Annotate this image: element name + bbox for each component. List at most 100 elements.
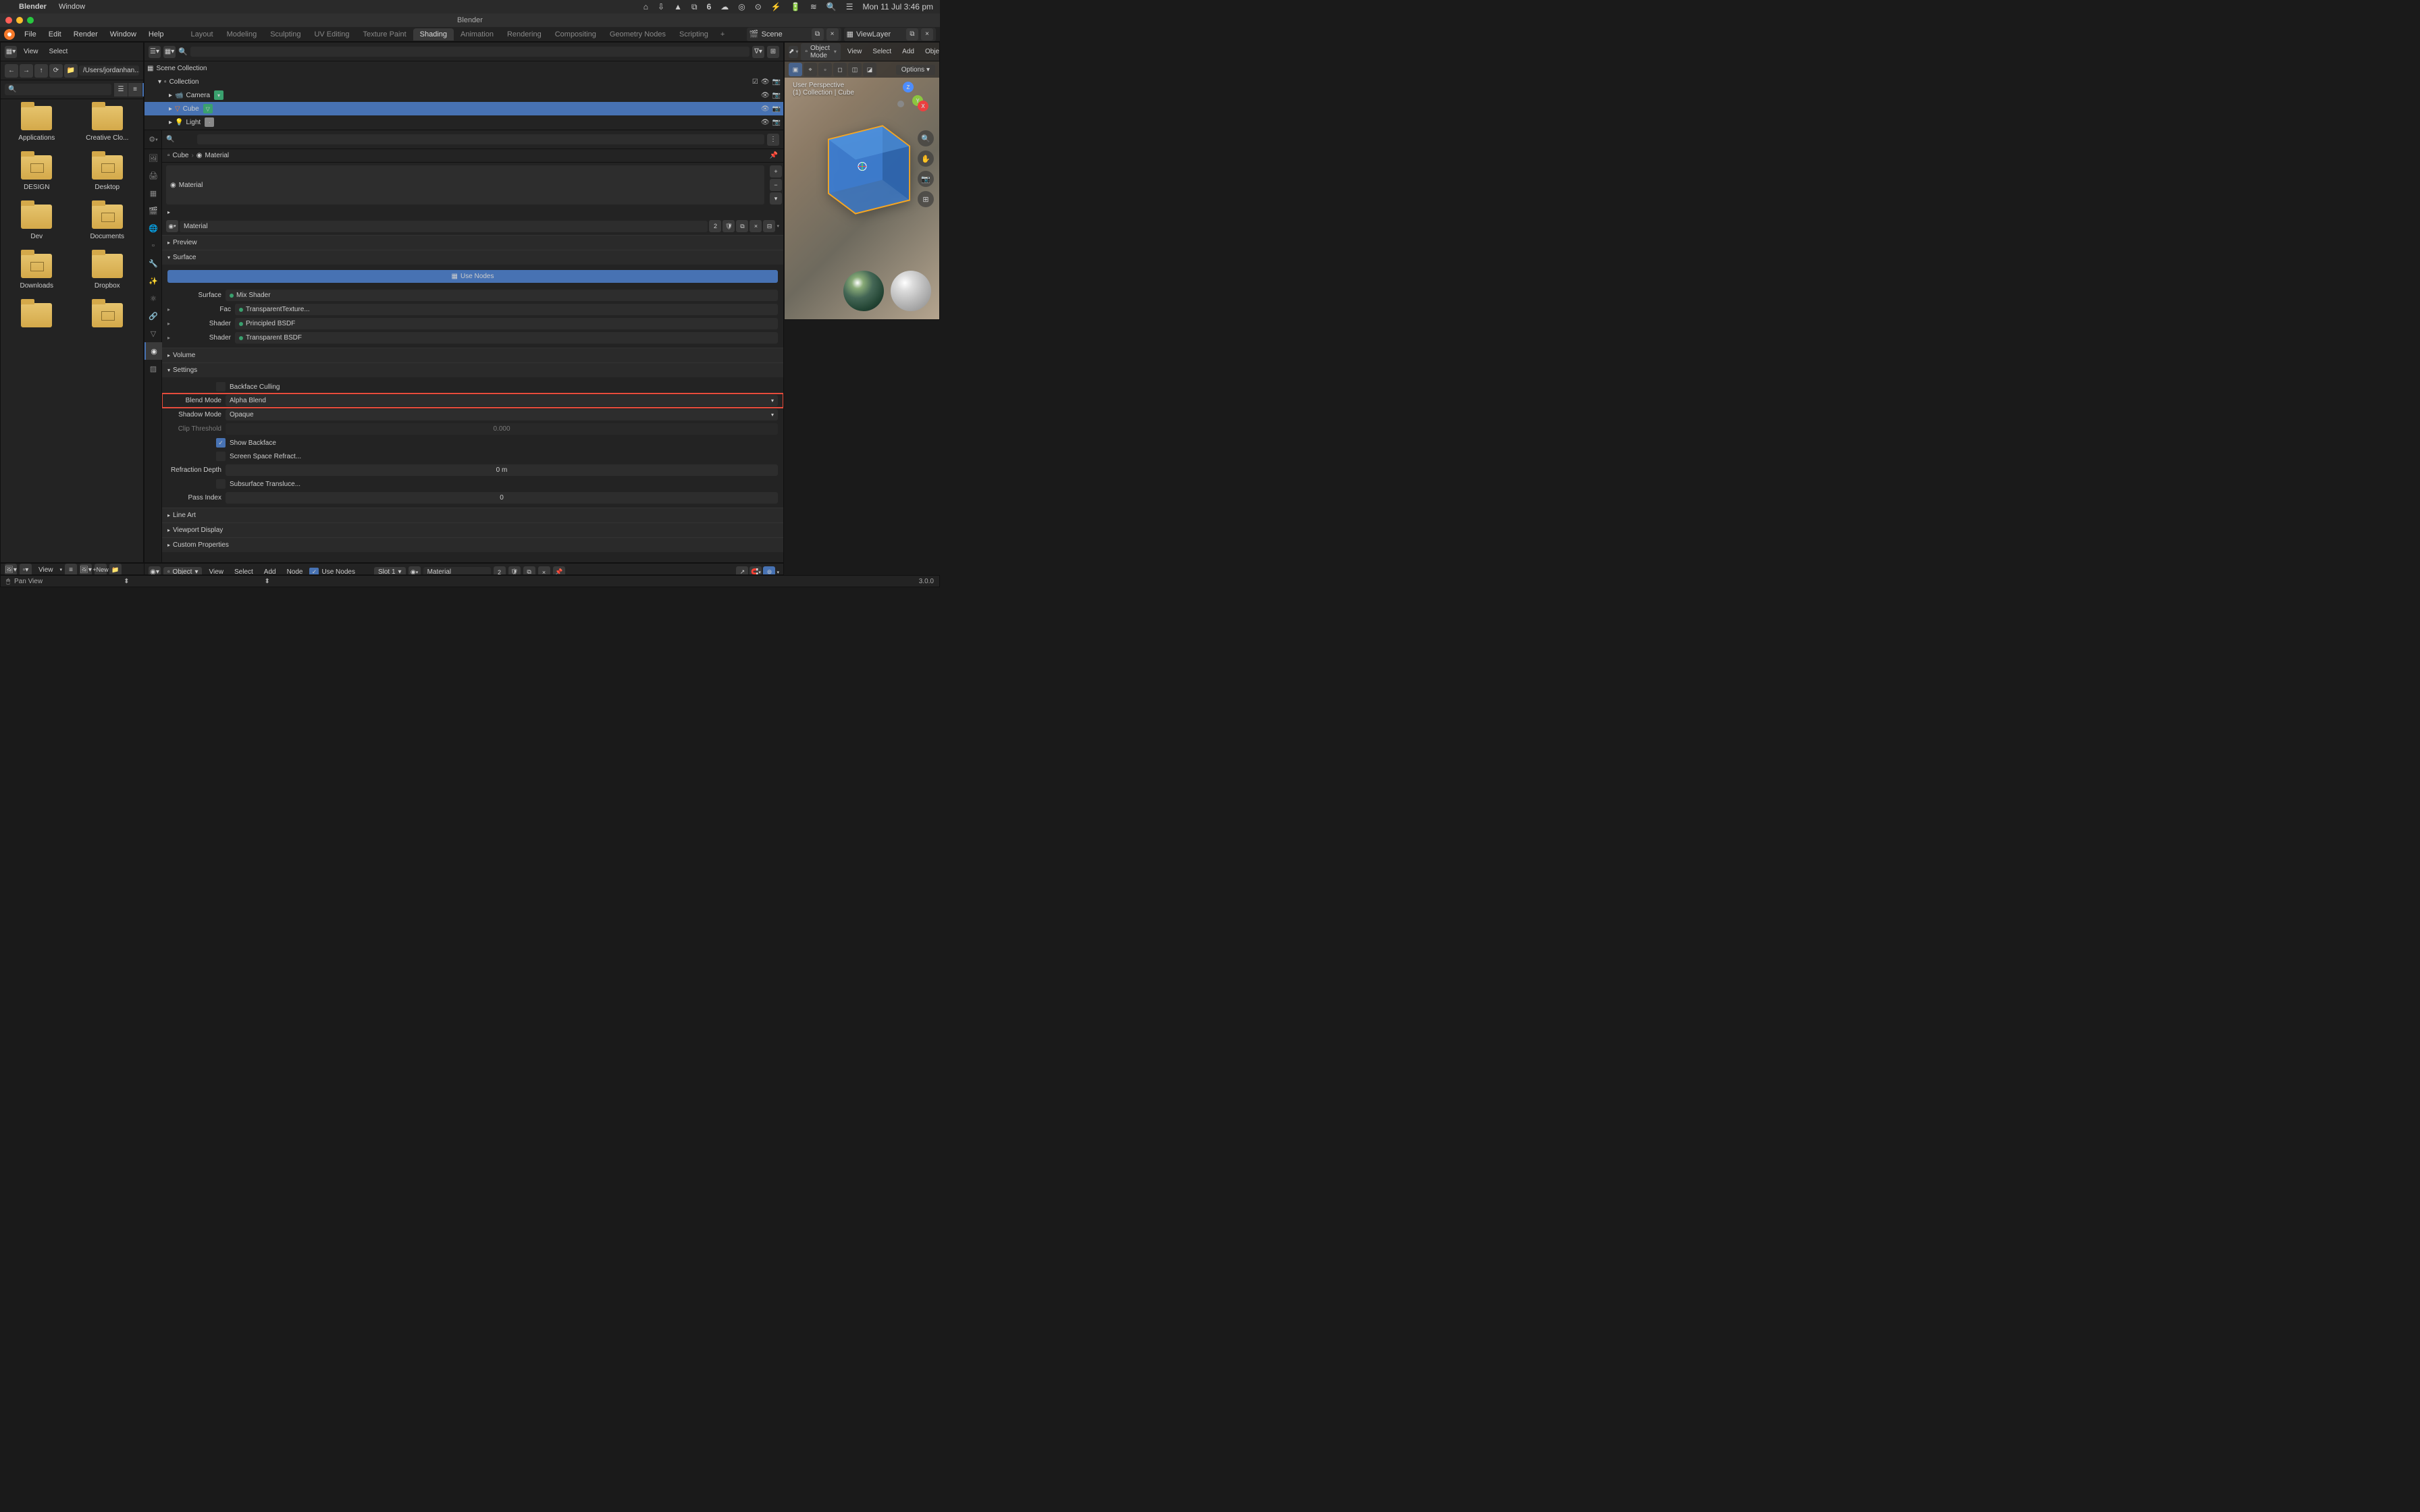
x-axis[interactable]: X [918, 101, 928, 111]
node-toggle-button[interactable]: ⊟ [763, 220, 775, 232]
nav-refresh-button[interactable]: ⟳ [49, 64, 63, 78]
folder-item[interactable] [76, 303, 140, 331]
expand-icon[interactable]: ▸ [169, 105, 172, 113]
workspace-modeling[interactable]: Modeling [220, 28, 264, 40]
options-icon[interactable]: ⋮ [767, 134, 779, 146]
volume-section-header[interactable]: ▸Volume [162, 348, 783, 362]
file-menu[interactable]: File [19, 30, 42, 38]
vp-view-menu[interactable]: View [843, 48, 866, 55]
fac-value[interactable]: TransparentTexture... [235, 304, 778, 315]
close-window-button[interactable] [5, 17, 12, 24]
use-nodes-button[interactable]: ▦Use Nodes [167, 270, 778, 283]
exclude-checkbox-icon[interactable]: ☑ [752, 78, 758, 86]
shadow-mode-dropdown[interactable]: Opaque▾ [226, 409, 778, 421]
scene-collection-row[interactable]: ▦ Scene Collection [144, 61, 783, 75]
custom-properties-section-header[interactable]: ▸Custom Properties [162, 538, 783, 552]
zoom-gizmo[interactable]: 🔍 [918, 130, 934, 146]
subsurface-translucency-checkbox[interactable] [216, 479, 226, 489]
vp-add-menu[interactable]: Add [898, 48, 918, 55]
ne-add-menu[interactable]: Add [260, 568, 280, 575]
outliner-display-mode[interactable]: ▦▾ [163, 46, 176, 58]
calendar-icon[interactable]: 6 [707, 2, 712, 11]
nav-newfolder-button[interactable]: 📁 [64, 64, 78, 78]
viewlayer-selector[interactable]: ▦ ⧉ × [844, 28, 936, 41]
add-workspace-button[interactable]: + [715, 28, 730, 40]
datetime[interactable]: Mon 11 Jul 3:46 pm [862, 2, 933, 11]
bluetooth-icon[interactable]: ⚡ [771, 2, 781, 11]
properties-search[interactable] [197, 134, 764, 144]
viewlayer-name-input[interactable] [856, 30, 903, 38]
workspace-rendering[interactable]: Rendering [500, 28, 548, 40]
z-axis[interactable]: Z [903, 82, 914, 92]
select-subtract-tool[interactable]: ◻ [833, 63, 847, 76]
prop-tab-tool[interactable]: ⚙▾ [144, 130, 162, 149]
ne-material-name[interactable] [423, 567, 491, 575]
image-editor-type[interactable]: 🖼▾ [5, 564, 17, 575]
workspace-texture-paint[interactable]: Texture Paint [356, 28, 413, 40]
ne-new-material[interactable]: ⧉ [523, 566, 535, 576]
window-menu[interactable]: Window [105, 30, 142, 38]
select-invert-tool[interactable]: ◪ [863, 63, 876, 76]
nav-up-button[interactable]: ↑ [34, 64, 48, 78]
screen-space-refraction-checkbox[interactable] [216, 452, 226, 461]
folder-item[interactable]: Desktop [76, 155, 140, 191]
folder-item[interactable]: Creative Clo... [76, 106, 140, 142]
fake-user-button[interactable]: 🛡 [722, 220, 735, 232]
use-nodes-checkbox[interactable]: ✓ [309, 568, 319, 576]
outliner-editor-type[interactable]: ☰▾ [149, 46, 161, 58]
workspace-geometry-nodes[interactable]: Geometry Nodes [603, 28, 673, 40]
pass-index-value[interactable]: 0 [226, 492, 778, 504]
disable-render-icon[interactable]: 📷 [772, 119, 781, 126]
expand-icon[interactable]: ▸ [169, 92, 172, 99]
cube-object[interactable] [801, 105, 923, 229]
prop-tab-modifier[interactable]: 🔧 [144, 254, 162, 272]
material-browse[interactable]: ◉▾ [409, 566, 421, 576]
scene-name-input[interactable] [762, 30, 809, 38]
folder-item[interactable]: Dropbox [76, 254, 140, 290]
app-name[interactable]: Blender [19, 3, 47, 11]
blender-logo-icon[interactable] [4, 29, 15, 40]
image-mode[interactable]: ▫▾ [20, 564, 32, 575]
camera-gizmo[interactable]: 📷 [918, 171, 934, 187]
nav-forward-button[interactable]: → [20, 64, 33, 78]
expand-icon[interactable]: ▸ [167, 321, 173, 327]
prop-tab-render[interactable]: 🖼 [144, 149, 162, 167]
nav-back-button[interactable]: ← [5, 64, 18, 78]
ne-overlay[interactable]: ⊚ [763, 566, 775, 576]
settings-section-header[interactable]: ▾Settings [162, 363, 783, 377]
edit-menu[interactable]: Edit [43, 30, 67, 38]
ne-node-menu[interactable]: Node [283, 568, 307, 575]
battery-icon[interactable]: 🔋 [791, 2, 801, 11]
prop-tab-texture[interactable]: ▨ [144, 360, 162, 377]
select-add-tool[interactable]: ▫ [818, 63, 832, 76]
folder-item[interactable]: Applications [5, 106, 69, 142]
backface-culling-checkbox[interactable] [216, 382, 226, 392]
ne-material-users[interactable]: 2 [494, 566, 506, 576]
prop-tab-constraint[interactable]: 🔗 [144, 307, 162, 325]
slot-menu-button[interactable]: ▾ [770, 192, 782, 205]
perspective-gizmo[interactable]: ⊞ [918, 191, 934, 207]
material-browse-button[interactable]: ◉▾ [166, 220, 178, 232]
scene-selector[interactable]: 🎬 ⧉ × [747, 28, 841, 41]
surface-section-header[interactable]: ▾Surface [162, 250, 783, 265]
folder-item[interactable]: Downloads [5, 254, 69, 290]
disable-render-icon[interactable]: 📷 [772, 78, 781, 86]
shader2-value[interactable]: Transparent BSDF [235, 332, 778, 344]
node-editor-type[interactable]: ◉▾ [149, 566, 161, 576]
file-grid[interactable]: Applications Creative Clo... DESIGN Desk… [1, 99, 143, 562]
display-list-horizontal[interactable]: ≡ [128, 83, 142, 97]
folder-item[interactable]: Documents [76, 205, 140, 240]
folder-item[interactable]: Dev [5, 205, 69, 240]
prop-tab-particles[interactable]: ✨ [144, 272, 162, 290]
outliner-new-collection[interactable]: ⊞ [767, 46, 779, 58]
ie-menu-collapse[interactable]: ≡ [65, 564, 77, 575]
3d-editor-type[interactable]: ⬈▾ [789, 46, 798, 58]
new-image-button[interactable]: + New [95, 564, 107, 575]
expand-icon[interactable]: ▸ [169, 119, 172, 126]
expand-icon[interactable]: ▸ [167, 335, 173, 341]
prop-tab-world[interactable]: 🌐 [144, 219, 162, 237]
vp-select-menu[interactable]: Select [868, 48, 895, 55]
cube-row[interactable]: ▸ ▽ Cube ▽ 👁📷 [144, 102, 783, 115]
delete-scene-button[interactable]: × [826, 28, 839, 40]
material-name-input[interactable] [180, 221, 708, 232]
